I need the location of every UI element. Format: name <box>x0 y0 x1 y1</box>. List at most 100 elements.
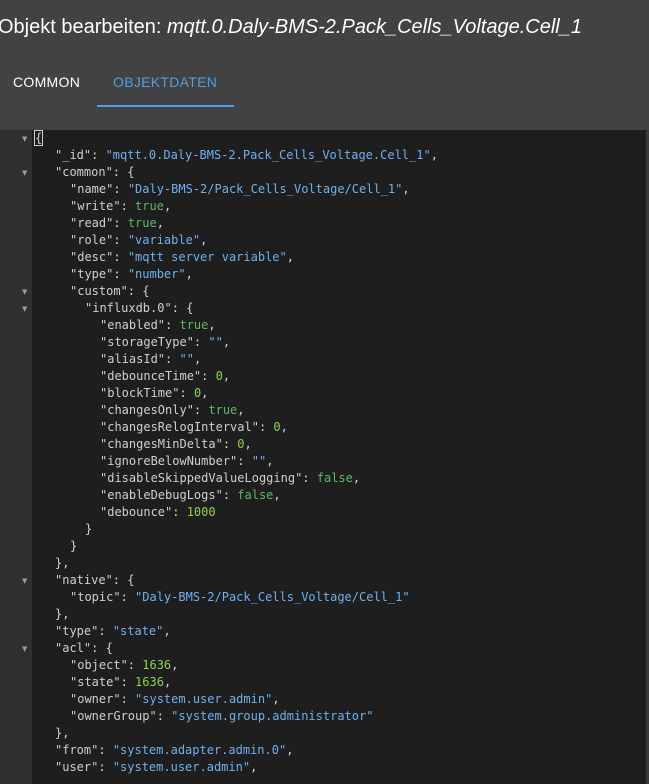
code-token: : <box>302 471 317 485</box>
code-line[interactable]: } <box>85 521 92 538</box>
code-token: : <box>120 675 136 689</box>
code-token: 0 <box>215 369 223 383</box>
caret-down-icon[interactable]: ▼ <box>22 573 30 590</box>
code-token: , <box>280 420 288 434</box>
code-line[interactable]: "debounceTime": 0, <box>100 368 230 385</box>
code-line[interactable]: "changesOnly": true, <box>100 402 245 419</box>
caret-down-icon[interactable]: ▼ <box>22 165 30 182</box>
code-token: false <box>316 471 353 485</box>
code-line[interactable]: "ownerGroup": "system.group.administrato… <box>70 708 373 725</box>
code-token: "state" <box>70 675 121 689</box>
code-token: "write" <box>70 199 121 213</box>
code-line[interactable]: }, <box>55 725 69 742</box>
code-token: : <box>113 216 128 230</box>
code-token: , <box>286 250 294 264</box>
code-token: "changesMinDelta" <box>100 437 223 451</box>
code-token: , <box>201 386 209 400</box>
code-token: : <box>165 352 180 366</box>
code-token: , <box>352 471 361 485</box>
code-line[interactable]: "desc": "mqtt server variable", <box>70 249 294 266</box>
code-line[interactable]: "_id": "mqtt.0.Daly-BMS-2.Pack_Cells_Vol… <box>55 147 438 164</box>
code-token: }, <box>55 607 70 621</box>
code-line[interactable]: "owner": "system.user.admin", <box>70 691 280 708</box>
caret-down-icon[interactable]: ▼ <box>22 131 30 148</box>
code-token: true <box>179 318 209 332</box>
code-line[interactable]: } <box>70 538 77 555</box>
code-line[interactable]: "acl": { <box>55 640 113 657</box>
code-line[interactable]: "type": "number", <box>70 266 193 283</box>
title-prefix: Objekt bearbeiten: <box>0 16 162 38</box>
code-token: "system.group.administrator" <box>171 709 374 723</box>
code-token: , <box>266 454 274 468</box>
code-line[interactable]: "aliasId": "", <box>100 351 201 368</box>
code-token: "Daly-BMS-2/Pack_Cells_Voltage/Cell_1" <box>127 182 403 196</box>
code-line[interactable]: "debounce": 1000 <box>100 504 216 521</box>
code-line[interactable]: "blockTime": 0, <box>100 385 208 402</box>
code-token: "mqtt.0.Daly-BMS-2.Pack_Cells_Voltage.Ce… <box>105 148 431 162</box>
code-line[interactable]: "ignoreBelowNumber": "", <box>100 453 273 470</box>
code-line[interactable]: "storageType": "", <box>100 334 230 351</box>
code-line[interactable]: "write": true, <box>70 198 171 215</box>
code-line[interactable]: "object": 1636, <box>70 657 178 674</box>
code-token: 0 <box>237 437 245 451</box>
code-token: : <box>258 420 274 434</box>
code-token: "aliasId" <box>100 352 166 366</box>
code-token: : <box>113 233 128 247</box>
code-line[interactable]: "state": 1636, <box>70 674 171 691</box>
code-token: , <box>163 199 172 213</box>
code-token: : <box>98 760 113 774</box>
code-token: , <box>250 760 258 774</box>
code-token: , <box>222 369 231 383</box>
code-token: { <box>33 130 44 146</box>
code-line[interactable]: }, <box>55 555 69 572</box>
code-line[interactable]: "from": "system.adapter.admin.0", <box>55 742 293 759</box>
code-line[interactable]: "topic": "Daly-BMS-2/Pack_Cells_Voltage/… <box>70 589 410 606</box>
code-token: "desc" <box>70 250 114 264</box>
json-editor[interactable]: ▼ ▼ ▼ ▼ ▼ ▼ {"_id": "mqtt.0.Daly-BMS-2.Pack_C… <box>0 130 649 784</box>
code-token: "Daly-BMS-2/Pack_Cells_Voltage/Cell_1" <box>135 590 410 604</box>
code-token: "state" <box>112 624 164 638</box>
code-line[interactable]: "custom": { <box>70 283 149 300</box>
code-token: , <box>185 267 193 281</box>
code-line[interactable]: "changesRelogInterval": 0, <box>100 419 288 436</box>
code-token: : <box>237 454 252 468</box>
code-token: true <box>135 199 164 213</box>
code-token: "ownerGroup" <box>70 709 157 723</box>
code-line[interactable]: "disableSkippedValueLogging": false, <box>100 470 360 487</box>
tab-objektdaten[interactable]: OBJEKTDATEN <box>113 74 217 90</box>
code-token: : <box>91 148 106 162</box>
caret-down-icon[interactable]: ▼ <box>22 284 30 301</box>
dialog-title: Objekt bearbeiten: mqtt.0.Daly-BMS-2.Pac… <box>0 16 582 39</box>
code-token: "system.adapter.admin.0" <box>112 743 287 757</box>
editor-code-area[interactable]: { "_id": "mqtt.0.Daly-BMS-2.Pack_Cells_Vo… <box>32 130 646 784</box>
code-line[interactable]: "enabled": true, <box>100 317 216 334</box>
code-line[interactable]: "user": "system.user.admin", <box>55 759 257 776</box>
code-token: , <box>171 658 179 672</box>
code-line[interactable]: "influxdb.0": { <box>85 300 193 317</box>
code-token: : <box>201 369 216 383</box>
code-token: "system.user.admin" <box>112 760 251 774</box>
code-line[interactable]: "role": "variable", <box>70 232 207 249</box>
code-token: "debounceTime" <box>100 369 202 383</box>
caret-down-icon[interactable]: ▼ <box>22 301 30 318</box>
code-line[interactable]: { <box>33 130 44 147</box>
code-token: : <box>98 624 113 638</box>
code-line[interactable]: "type": "state", <box>55 623 171 640</box>
active-tab-indicator <box>97 105 234 107</box>
code-line[interactable]: "enableDebugLogs": false, <box>100 487 281 504</box>
caret-down-icon[interactable]: ▼ <box>22 641 30 658</box>
tab-common[interactable]: COMMON <box>13 74 80 90</box>
code-line[interactable]: "native": { <box>55 572 134 589</box>
code-line[interactable]: "name": "Daly-BMS-2/Pack_Cells_Voltage/C… <box>70 181 410 198</box>
code-token: "acl" <box>55 641 92 655</box>
code-token: 1636 <box>135 675 164 689</box>
code-token: 1636 <box>142 658 172 672</box>
code-token: : <box>120 692 136 706</box>
code-line[interactable]: }, <box>55 606 69 623</box>
code-token: "influxdb.0" <box>85 301 172 315</box>
code-line[interactable]: "read": true, <box>70 215 164 232</box>
code-token: : <box>222 437 238 451</box>
code-line[interactable]: "changesMinDelta": 0, <box>100 436 252 453</box>
code-token: : <box>113 182 128 196</box>
code-line[interactable]: "common": { <box>55 164 134 181</box>
